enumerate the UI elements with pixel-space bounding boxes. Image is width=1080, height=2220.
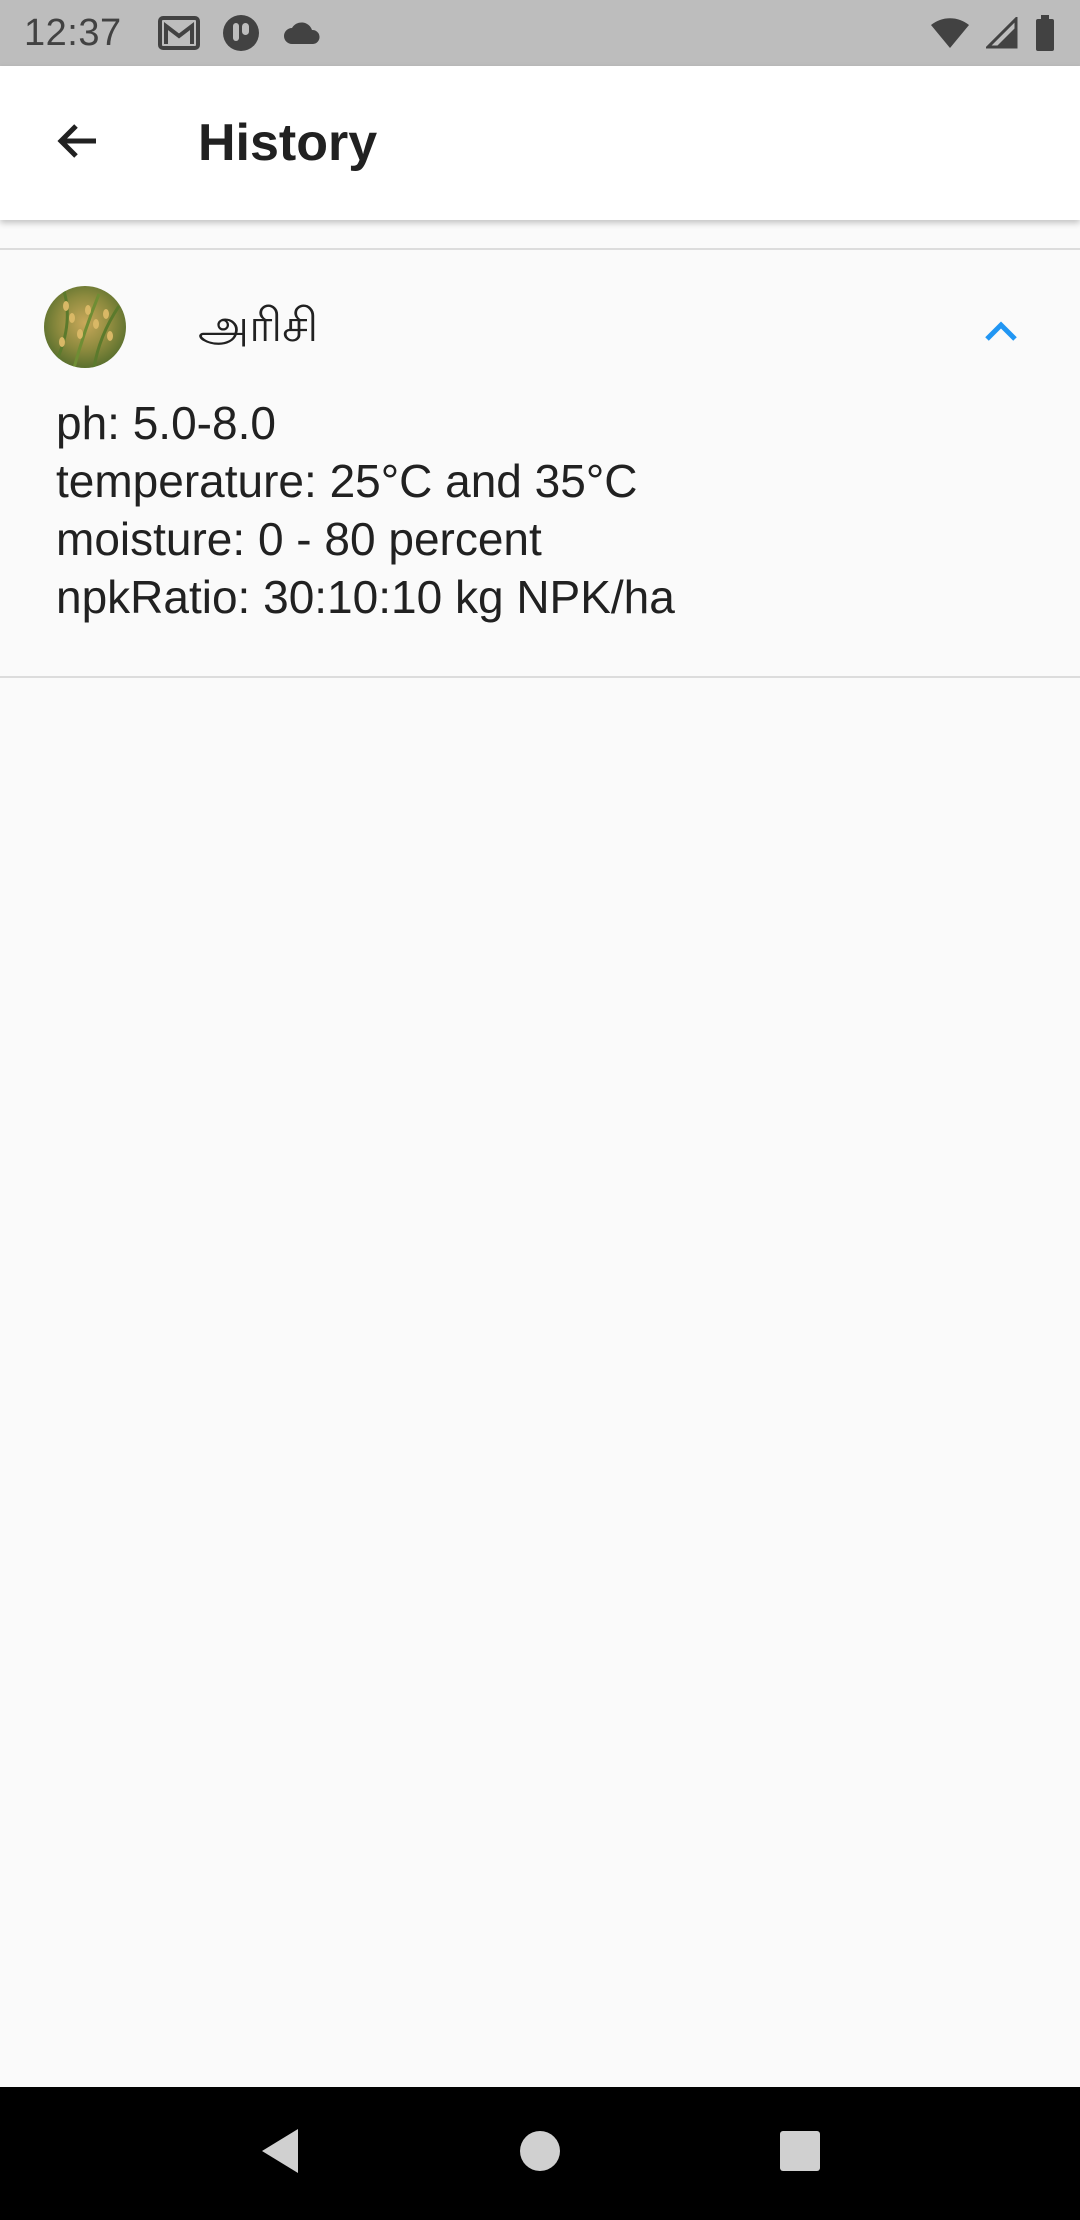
status-time: 12:37: [24, 11, 122, 54]
home-circle-icon: [519, 2130, 561, 2177]
detail-npk-ratio: npkRatio: 30:10:10 kg NPK/ha: [56, 571, 675, 623]
back-button[interactable]: [38, 103, 118, 183]
page-title: History: [198, 114, 378, 172]
app-bar: History: [0, 66, 1080, 220]
cell-signal-icon: [986, 17, 1018, 49]
crop-name: அரிசி: [198, 298, 319, 352]
divider: [0, 676, 1080, 678]
chevron-up-icon: [981, 317, 1021, 350]
cloud-icon: [282, 20, 322, 46]
wifi-icon: [930, 17, 970, 49]
nav-recents-button[interactable]: [760, 2114, 840, 2194]
app-notification-icon: [222, 14, 260, 52]
history-list: அரிசி ph: 5.0-8.0 temperature: 25°C and …: [0, 220, 1080, 2087]
nav-home-button[interactable]: [500, 2114, 580, 2194]
battery-icon: [1034, 15, 1056, 51]
detail-ph: ph: 5.0-8.0: [56, 397, 276, 449]
detail-moisture: moisture: 0 - 80 percent: [56, 513, 542, 565]
detail-temperature: temperature: 25°C and 35°C: [56, 455, 638, 507]
arrow-back-icon: [54, 117, 102, 170]
history-item: அரிசி ph: 5.0-8.0 temperature: 25°C and …: [0, 250, 1080, 676]
system-nav-bar: [0, 2087, 1080, 2220]
rice-plant-image: [44, 286, 126, 368]
collapse-button[interactable]: [966, 298, 1036, 368]
crop-details: ph: 5.0-8.0 temperature: 25°C and 35°C m…: [0, 394, 1080, 676]
status-notification-icons: [157, 14, 322, 52]
nav-back-button[interactable]: [240, 2114, 320, 2194]
history-item-header[interactable]: அரிசி: [0, 250, 1080, 402]
status-system-icons: [930, 15, 1056, 51]
gmail-icon: [157, 16, 200, 50]
back-triangle-icon: [258, 2127, 302, 2180]
recents-square-icon: [779, 2130, 821, 2177]
status-bar: 12:37: [0, 0, 1080, 66]
